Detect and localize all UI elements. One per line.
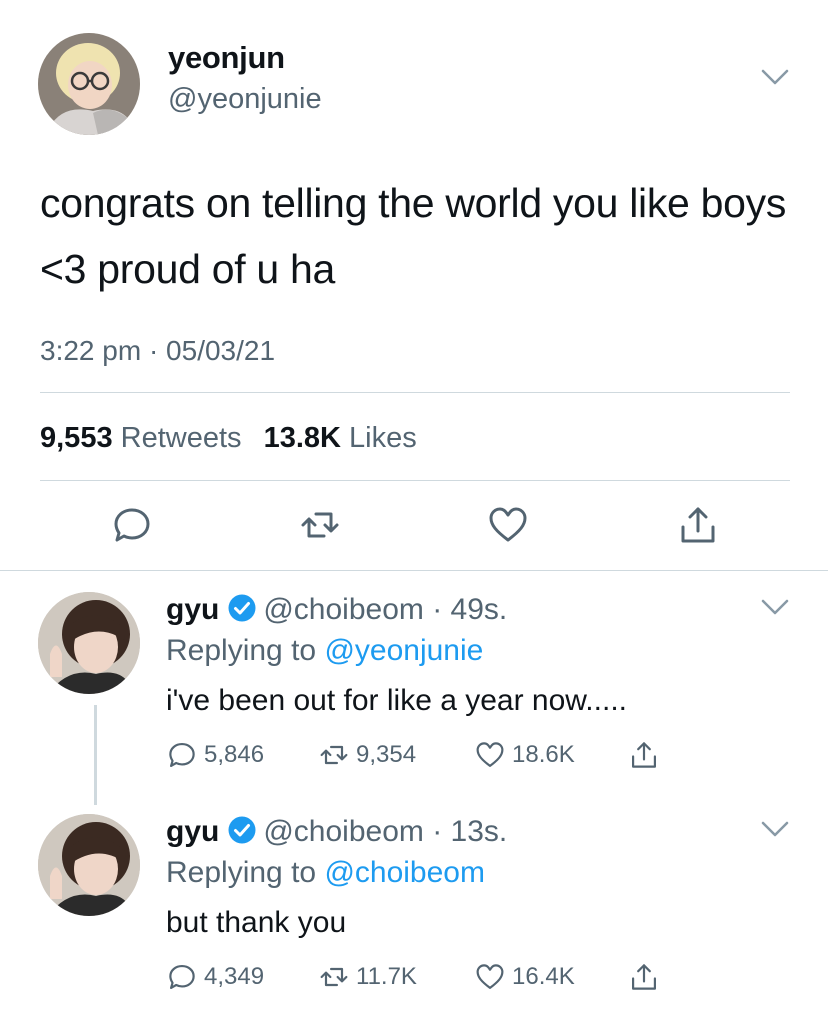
- display-name[interactable]: gyu: [166, 593, 219, 626]
- display-name[interactable]: gyu: [166, 815, 219, 848]
- avatar[interactable]: [38, 814, 140, 916]
- reply-header: gyu @choibeom · 13s.: [166, 815, 507, 849]
- handle[interactable]: @choibeom: [263, 593, 424, 626]
- retweet-icon: [320, 967, 348, 987]
- handle[interactable]: @choibeom: [263, 815, 424, 848]
- tweet-stats: 9,553 Retweets 13.8K Likes: [40, 422, 417, 455]
- reply-text: but thank you: [166, 906, 347, 939]
- reply-action[interactable]: 4,349: [166, 960, 264, 994]
- chevron-down-icon[interactable]: [760, 68, 790, 86]
- like-action[interactable]: 18.6K: [474, 738, 575, 772]
- avatar[interactable]: [38, 592, 140, 694]
- display-name[interactable]: yeonjun: [168, 40, 285, 76]
- divider: [40, 480, 790, 481]
- retweet-action[interactable]: 11.7K: [318, 960, 417, 994]
- replying-prefix: Replying to: [166, 634, 317, 667]
- replying-to: Replying to @choibeom: [166, 856, 485, 890]
- retweet-icon[interactable]: [298, 503, 342, 547]
- divider: [40, 392, 790, 393]
- verified-badge-icon: [228, 594, 256, 622]
- reply-age: · 13s.: [432, 815, 508, 848]
- avatar[interactable]: [38, 33, 140, 135]
- like-count: 16.4K: [512, 963, 575, 990]
- mention-link[interactable]: @yeonjunie: [324, 634, 483, 667]
- share-action[interactable]: [628, 960, 666, 994]
- tweet-timestamp[interactable]: 3:22 pm · 05/03/21: [40, 335, 275, 367]
- chevron-down-icon[interactable]: [760, 820, 790, 838]
- handle[interactable]: @yeonjunie: [168, 83, 322, 116]
- like-count: 18.6K: [512, 741, 575, 768]
- share-icon[interactable]: [676, 503, 720, 547]
- share-action[interactable]: [628, 738, 666, 772]
- share-icon: [632, 742, 656, 768]
- retweets-label[interactable]: Retweets: [121, 422, 242, 454]
- tweet-text: congrats on telling the world you like b…: [40, 180, 787, 292]
- like-icon[interactable]: [486, 503, 530, 547]
- chevron-down-icon[interactable]: [760, 598, 790, 616]
- likes-count[interactable]: 13.8K: [264, 422, 341, 454]
- replying-to: Replying to @yeonjunie: [166, 634, 483, 668]
- main-tweet: yeonjun @yeonjunie congrats on telling t…: [0, 0, 828, 571]
- reply-text: i've been out for like a year now.....: [166, 684, 627, 717]
- share-icon: [632, 964, 656, 990]
- reply-icon[interactable]: [110, 503, 154, 547]
- retweets-count[interactable]: 9,553: [40, 422, 113, 454]
- retweet-count: 9,354: [356, 741, 417, 768]
- like-action[interactable]: 16.4K: [474, 960, 575, 994]
- likes-label[interactable]: Likes: [349, 422, 417, 454]
- reply-age: · 49s.: [432, 593, 508, 626]
- mention-link[interactable]: @choibeom: [324, 856, 485, 889]
- like-icon: [476, 964, 504, 989]
- retweet-icon: [320, 745, 348, 765]
- reply-action[interactable]: 5,846: [166, 738, 264, 772]
- divider: [0, 570, 828, 571]
- reply-count: 5,846: [204, 741, 265, 768]
- verified-badge-icon: [228, 816, 256, 844]
- retweet-count: 11.7K: [356, 963, 417, 990]
- like-icon: [476, 742, 504, 767]
- reply-icon: [169, 743, 195, 767]
- thread-connector: [94, 705, 97, 805]
- reply-count: 4,349: [204, 963, 265, 990]
- retweet-action[interactable]: 9,354: [318, 738, 416, 772]
- reply-icon: [169, 965, 195, 989]
- reply-header: gyu @choibeom · 49s.: [166, 593, 507, 627]
- replying-prefix: Replying to: [166, 856, 317, 889]
